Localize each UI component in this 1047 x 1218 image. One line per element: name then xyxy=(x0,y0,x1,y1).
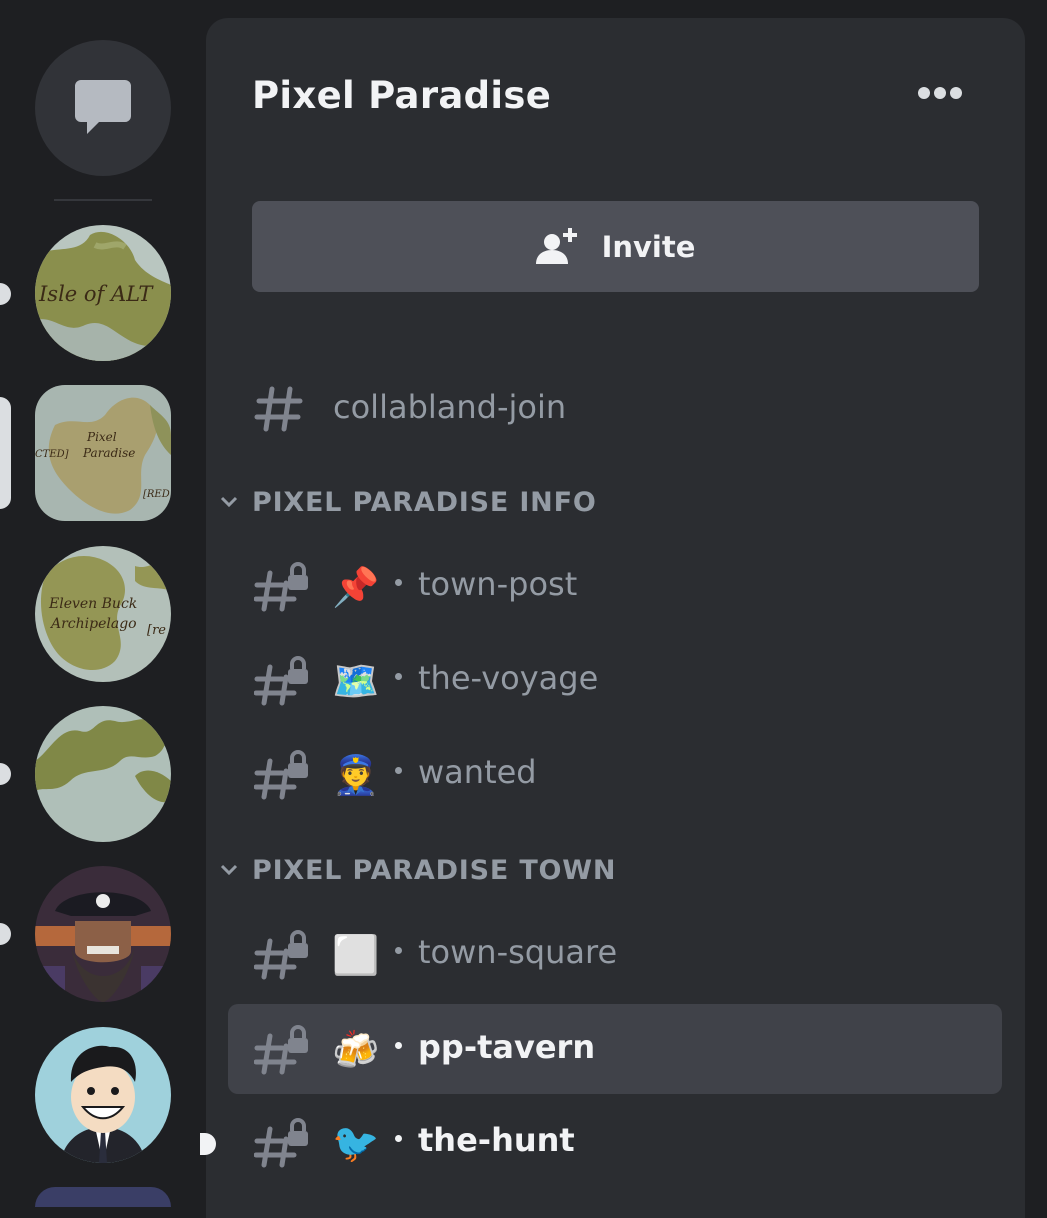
dot xyxy=(934,87,946,99)
hash-icon xyxy=(254,386,303,432)
server-icon-cartoon-man[interactable] xyxy=(35,1027,171,1163)
locked-hash-icon xyxy=(254,1025,308,1075)
chevron-down-icon xyxy=(220,864,238,876)
separator-dot xyxy=(395,767,402,774)
separator-dot xyxy=(395,1135,402,1142)
server-icon-continent[interactable] xyxy=(35,706,171,842)
category-pixel-paradise-info[interactable]: PIXEL PARADISE INFO xyxy=(220,482,597,522)
channel-town-square[interactable]: ⬜ town-square xyxy=(228,909,1002,999)
server-icon-isle-of-alt[interactable]: Isle of ALT xyxy=(35,225,171,361)
direct-messages-button[interactable] xyxy=(35,40,171,176)
server-map-text-1: Eleven Buck xyxy=(48,596,137,612)
more-options-button[interactable] xyxy=(918,84,968,110)
channel-the-hunt[interactable]: 🐦 the-hunt xyxy=(228,1097,1002,1187)
dot xyxy=(918,87,930,99)
channel-emoji: 🍻 xyxy=(332,1028,380,1072)
invite-button[interactable]: Invite xyxy=(252,201,979,292)
locked-hash-icon xyxy=(254,656,308,706)
channel-emoji: 📌 xyxy=(332,565,380,609)
server-icon-pixel-paradise[interactable]: Pixel Paradise CTED] [RED xyxy=(35,385,171,521)
chevron-down-icon xyxy=(220,496,238,508)
channel-name: collabland-join xyxy=(333,388,567,426)
server-map-text-2: Paradise xyxy=(82,446,135,460)
rail-separator xyxy=(54,199,152,201)
channel-the-voyage[interactable]: 🗺️ the-voyage xyxy=(228,635,1002,725)
locked-hash-icon xyxy=(254,930,308,980)
channel-name: town-post xyxy=(418,565,578,603)
server-selected-pill xyxy=(0,397,11,509)
server-unread-pill xyxy=(0,923,11,945)
server-unread-pill xyxy=(0,283,11,305)
server-rail: Isle of ALT Pixel Paradise CTED] [RED El… xyxy=(0,0,206,1207)
category-label: PIXEL PARADISE TOWN xyxy=(252,854,617,886)
locked-hash-icon xyxy=(254,750,308,800)
separator-dot xyxy=(395,1042,402,1049)
locked-hash-icon xyxy=(254,1118,308,1168)
channel-emoji: ⬜ xyxy=(332,933,380,977)
server-map-text-2: Archipelago xyxy=(49,616,137,632)
channel-emoji: 🗺️ xyxy=(332,659,380,703)
channel-sidebar: Pixel Paradise Invite collabland-join PI… xyxy=(206,18,1025,1218)
channel-name: wanted xyxy=(418,753,537,791)
server-map-text-4: [RED xyxy=(143,489,170,500)
server-icon-pirate[interactable] xyxy=(35,866,171,1002)
category-pixel-paradise-town[interactable]: PIXEL PARADISE TOWN xyxy=(220,850,616,890)
channel-collabland-join[interactable]: collabland-join xyxy=(228,364,1002,454)
server-map-text: Isle of ALT xyxy=(38,282,154,306)
dot xyxy=(950,87,962,99)
channel-wanted[interactable]: 👮 wanted xyxy=(228,729,1002,819)
separator-dot xyxy=(395,579,402,586)
server-name[interactable]: Pixel Paradise xyxy=(252,74,551,117)
server-unread-pill xyxy=(0,763,11,785)
chat-bubble-icon xyxy=(75,80,131,134)
invite-label: Invite xyxy=(601,229,696,264)
channel-emoji: 🐦 xyxy=(332,1121,380,1165)
server-map-text-3: [re xyxy=(147,623,166,638)
channel-emoji: 👮 xyxy=(332,753,380,797)
channel-name: town-square xyxy=(418,933,618,971)
channel-town-post[interactable]: 📌 town-post xyxy=(228,541,1002,631)
add-user-icon xyxy=(535,227,577,264)
server-icon-eleven-buck[interactable]: Eleven Buck Archipelago [re xyxy=(35,546,171,682)
separator-dot xyxy=(395,947,402,954)
server-map-text-1: Pixel xyxy=(86,430,117,444)
separator-dot xyxy=(395,673,402,680)
category-label: PIXEL PARADISE INFO xyxy=(252,486,597,518)
channel-pp-tavern[interactable]: 🍻 pp-tavern xyxy=(228,1004,1002,1094)
channel-name: the-voyage xyxy=(418,659,599,697)
channel-name: pp-tavern xyxy=(418,1028,596,1066)
locked-hash-icon xyxy=(254,562,308,612)
server-icon-partial[interactable] xyxy=(35,1187,171,1207)
channel-name: the-hunt xyxy=(418,1121,575,1159)
server-map-text-3: CTED] xyxy=(35,449,69,460)
